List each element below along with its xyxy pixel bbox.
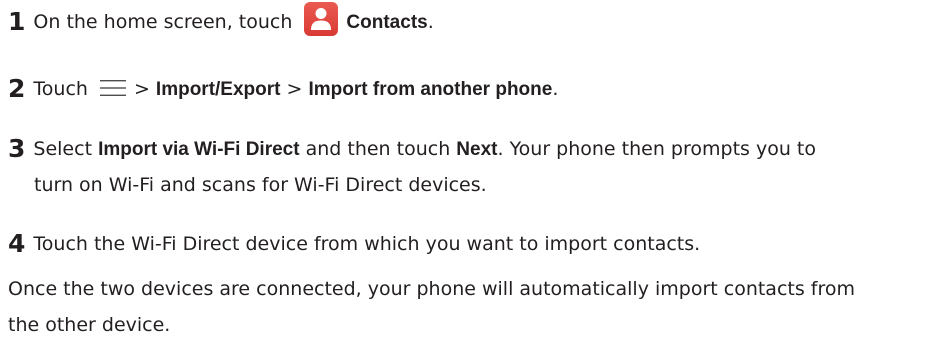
step-number: 1 bbox=[8, 7, 26, 36]
import-from-another-phone-label: Import from another phone bbox=[308, 79, 553, 100]
note-text: Once the two devices are connected, your… bbox=[8, 278, 856, 300]
separator: > bbox=[286, 78, 303, 100]
step-3-continuation: turn on Wi-Fi and scans for Wi-Fi Direct… bbox=[34, 167, 487, 203]
note-line-2: the other device. bbox=[8, 307, 170, 343]
contacts-label: Contacts bbox=[346, 12, 428, 33]
step-number: 2 bbox=[8, 74, 26, 103]
step-text: Touch the Wi-Fi Direct device from which… bbox=[33, 233, 701, 255]
menu-icon bbox=[99, 74, 126, 96]
step-number: 3 bbox=[8, 134, 26, 163]
step-3: 3 Select Import via Wi-Fi Direct and then… bbox=[8, 131, 816, 168]
next-label: Next bbox=[456, 139, 498, 160]
import-via-wifi-direct-label: Import via Wi-Fi Direct bbox=[98, 139, 300, 160]
step-text-end: . bbox=[427, 11, 434, 33]
step-text-end: . bbox=[552, 78, 559, 100]
step-number: 4 bbox=[8, 229, 26, 258]
step-text-mid: and then touch bbox=[305, 138, 451, 160]
import-export-label: Import/Export bbox=[155, 79, 281, 100]
step-text: turn on Wi-Fi and scans for Wi-Fi Direct… bbox=[34, 174, 487, 196]
step-text: Select bbox=[33, 138, 93, 160]
step-text: Touch bbox=[33, 78, 88, 100]
step-2: 2 Touch > Import/Export > Import from ano… bbox=[8, 71, 558, 108]
note-text: the other device. bbox=[8, 314, 171, 336]
step-4: 4 Touch the Wi-Fi Direct device from whic… bbox=[8, 226, 700, 262]
step-1: 1 On the home screen, touch Contacts. bbox=[8, 2, 434, 41]
contacts-icon bbox=[304, 2, 339, 36]
step-text: On the home screen, touch bbox=[33, 11, 293, 33]
step-text-end: . Your phone then prompts you to bbox=[497, 138, 816, 160]
separator: > bbox=[133, 78, 150, 100]
note-line-1: Once the two devices are connected, your… bbox=[8, 271, 855, 307]
